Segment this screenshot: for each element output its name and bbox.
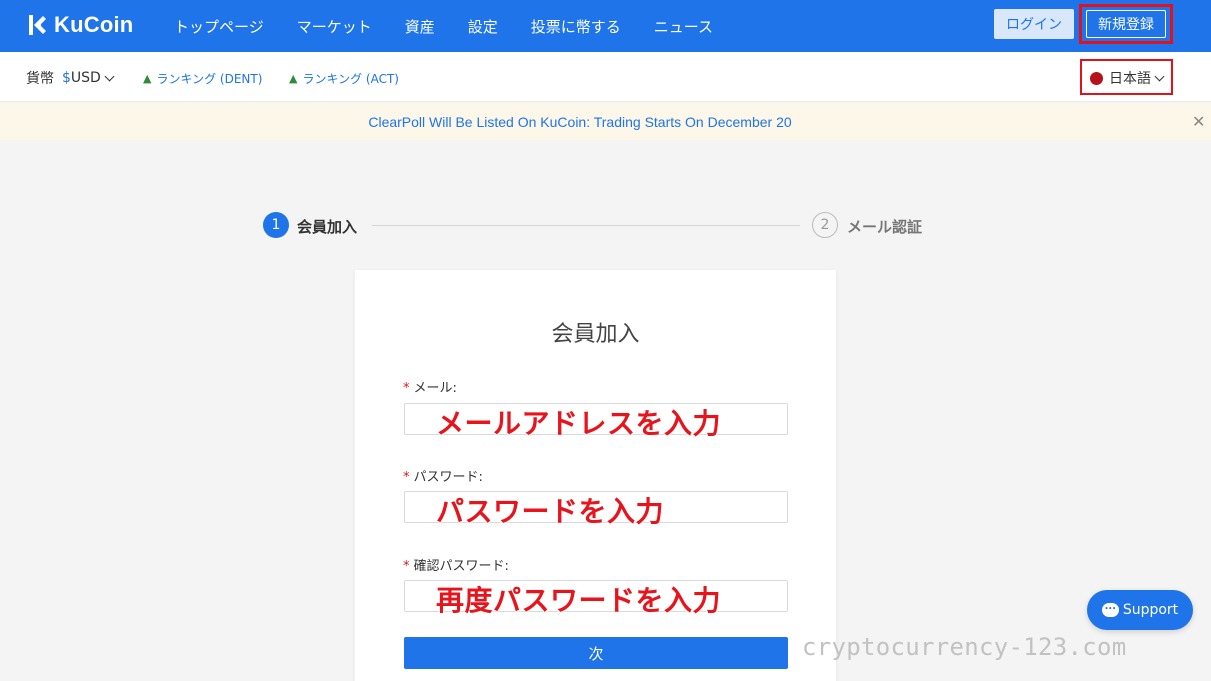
top-navbar: KuCoin トップページ マーケット 資産 設定 投票に幣する ニュース ログ… — [0, 0, 1211, 52]
tree-icon: ▲ — [143, 72, 152, 85]
signup-form-card: 会員加入 * メール: * パスワード: * 確認パスワード: 次 — [355, 270, 836, 681]
chevron-down-icon — [104, 71, 115, 81]
password-label: * パスワード: — [403, 470, 483, 485]
kucoin-logo[interactable]: KuCoin — [26, 12, 133, 38]
nav-top-page[interactable]: トップページ — [174, 16, 264, 37]
currency-label: 貨幣 — [26, 71, 54, 87]
language-highlight-box: 日本語 — [1080, 59, 1173, 95]
ranking-act-link[interactable]: ▲ ランキング (ACT) — [289, 70, 399, 87]
kucoin-logo-icon — [29, 15, 46, 35]
step-2-indicator: 2 — [812, 212, 838, 238]
confirm-password-annotation: 再度パスワードを入力 — [436, 584, 722, 617]
currency-symbol: $ — [62, 70, 71, 86]
support-label: Support — [1122, 602, 1179, 618]
step-1-label: 会員加入 — [297, 218, 358, 236]
email-label: * メール: — [403, 381, 457, 396]
watermark: cryptocurrency-123.com — [802, 633, 1127, 661]
tree-icon: ▲ — [289, 72, 298, 85]
email-annotation: メールアドレスを入力 — [436, 407, 722, 440]
password-annotation: パスワードを入力 — [436, 495, 665, 528]
sub-bar: 貨幣 $ USD ▲ ランキング (DENT) ▲ ランキング (ACT) — [0, 52, 1211, 102]
required-mark: * — [403, 381, 410, 396]
close-icon[interactable]: ✕ — [1192, 112, 1205, 131]
signup-highlight-box: 新規登録 — [1079, 4, 1173, 44]
announcement-bar: ClearPoll Will Be Listed On KuCoin: Trad… — [0, 103, 1211, 140]
language-selector[interactable]: 日本語 — [1090, 68, 1165, 88]
currency-selector[interactable]: 貨幣 $ USD — [26, 68, 115, 88]
confirm-password-label: * 確認パスワード: — [403, 559, 509, 574]
nav-vote[interactable]: 投票に幣する — [531, 16, 621, 37]
next-button[interactable]: 次 — [404, 637, 788, 669]
nav-settings[interactable]: 設定 — [468, 16, 498, 37]
nav-assets[interactable]: 資産 — [405, 16, 435, 37]
required-mark: * — [403, 559, 410, 574]
currency-value: USD — [70, 70, 101, 86]
step-1-indicator: 1 — [263, 212, 289, 238]
ranking-act-label: ランキング (ACT) — [302, 72, 399, 86]
signup-button[interactable]: 新規登録 — [1086, 10, 1166, 38]
japan-flag-icon — [1090, 71, 1103, 85]
nav-news[interactable]: ニュース — [654, 16, 713, 37]
announcement-link[interactable]: ClearPoll Will Be Listed On KuCoin: Trad… — [0, 114, 1160, 130]
login-button[interactable]: ログイン — [994, 9, 1074, 39]
required-mark: * — [403, 470, 410, 485]
step-divider — [372, 225, 800, 226]
main-nav: トップページ マーケット 資産 設定 投票に幣する ニュース — [174, 0, 746, 52]
language-label: 日本語 — [1109, 71, 1151, 87]
ranking-dent-link[interactable]: ▲ ランキング (DENT) — [143, 70, 262, 87]
form-title: 会員加入 — [551, 322, 640, 347]
step-2-label: メール認証 — [847, 218, 923, 236]
support-button[interactable]: Support — [1087, 590, 1193, 630]
chevron-down-icon — [1154, 71, 1165, 81]
chat-bubble-icon — [1101, 603, 1119, 617]
ranking-dent-label: ランキング (DENT) — [156, 72, 263, 86]
nav-market[interactable]: マーケット — [297, 16, 372, 37]
logo-text: KuCoin — [54, 12, 134, 37]
